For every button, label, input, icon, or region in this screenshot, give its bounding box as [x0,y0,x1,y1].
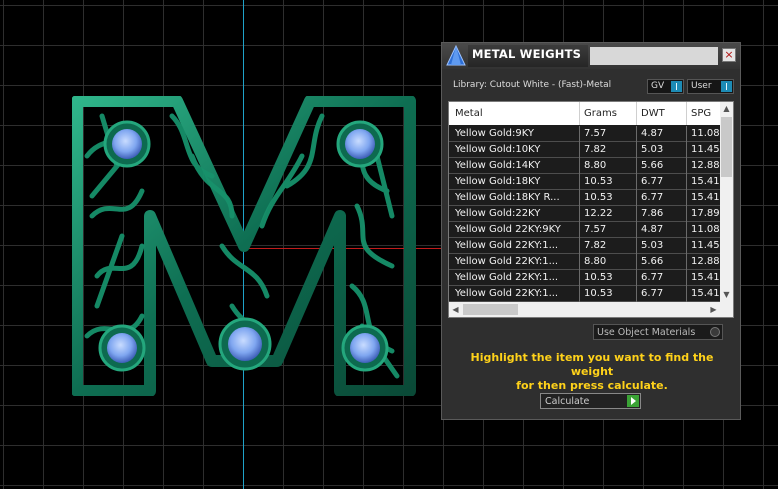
table-cell: Yellow Gold:14KY [455,160,541,171]
table-cell: 15.41 [691,288,720,299]
column-header-metal[interactable]: Metal [455,108,483,119]
table-cell: 15.41 [691,192,720,203]
table-cell: 5.03 [641,240,664,251]
table-cell: 6.77 [641,176,664,187]
table-cell: 10.53 [584,272,613,283]
table-cell: 6.77 [641,272,664,283]
gv-toggle[interactable]: GV [647,79,684,94]
table-cell: 5.66 [641,256,664,267]
table-cell: 7.82 [584,144,607,155]
table-cell: 10.53 [584,176,613,187]
table-cell: 7.86 [641,208,664,219]
table-cell: 7.57 [584,128,607,139]
table-header: Metal Grams DWT SPG [449,102,721,125]
horizontal-scroll-thumb[interactable] [463,304,518,315]
table-cell: 15.41 [691,272,720,283]
table-cell: 15.41 [691,176,720,187]
panel-titlebar[interactable]: METAL WEIGHTS × [442,43,740,69]
help-text: Highlight the item you want to find the … [452,351,732,393]
dropdown-knob-icon[interactable] [710,327,720,337]
table-cell: 6.77 [641,192,664,203]
table-cell: 5.03 [641,144,664,155]
app-logo-icon [446,44,466,66]
table-cell: 4.87 [641,224,664,235]
table-row[interactable]: Yellow Gold:14KY 8.80 5.66 12.88 [449,158,721,174]
column-header-dwt[interactable]: DWT [641,108,665,119]
user-toggle-switch[interactable] [721,81,732,92]
calculate-label: Calculate [545,396,590,407]
table-cell: 17.89 [691,208,720,219]
close-icon[interactable]: × [722,48,736,62]
materials-dropdown[interactable]: Use Object Materials [593,324,723,340]
scroll-down-icon[interactable]: ▼ [720,290,733,299]
table-row[interactable]: Yellow Gold:18KY R... 10.53 6.77 15.41 [449,190,721,206]
table-cell: Yellow Gold:22KY [455,208,541,219]
column-header-spg[interactable]: SPG [691,108,711,119]
table-cell: 11.45 [691,144,720,155]
materials-dropdown-value: Use Object Materials [597,327,696,338]
column-header-grams[interactable]: Grams [584,108,617,119]
table-cell: Yellow Gold:10KY [455,144,541,155]
table-cell: 11.45 [691,240,720,251]
gv-toggle-label: GV [651,81,665,91]
table-cell: 7.82 [584,240,607,251]
scroll-left-icon[interactable]: ◀ [449,305,462,314]
table-row[interactable]: Yellow Gold 22KY:1... 10.53 6.77 15.41 [449,270,721,286]
table-cell: 6.77 [641,288,664,299]
table-cell: Yellow Gold 22KY:1... [455,256,559,267]
letter-m-pendant-model[interactable] [72,96,417,396]
gv-toggle-switch[interactable] [671,81,682,92]
play-icon[interactable] [627,395,639,407]
table-cell: 12.22 [584,208,613,219]
metal-weights-panel: METAL WEIGHTS × Library: Cutout White - … [441,42,741,420]
table-row[interactable]: Yellow Gold 22KY:1... 8.80 5.66 12.88 [449,254,721,270]
horizontal-scrollbar[interactable]: ◀ ▶ [449,302,733,317]
user-toggle[interactable]: User [687,79,734,94]
table-cell: Yellow Gold 22KY:1... [455,288,559,299]
user-toggle-label: User [691,81,712,91]
table-row[interactable]: Yellow Gold:9KY 7.57 4.87 11.08 [449,126,721,142]
table-row[interactable]: Yellow Gold 22KY:1... 10.53 6.77 15.41 [449,286,721,302]
table-cell: 5.66 [641,160,664,171]
table-cell: Yellow Gold 22KY:9KY [455,224,561,235]
table-cell: Yellow Gold:9KY [455,128,534,139]
vertical-scrollbar[interactable]: ▲ ▼ [720,102,733,303]
titlebar-fill [590,47,718,65]
table-body: Yellow Gold:9KY 7.57 4.87 11.08 Yellow Gold:… [449,126,721,302]
table-cell: 12.88 [691,160,720,171]
table-cell: Yellow Gold 22KY:1... [455,240,559,251]
library-label: Library: Cutout White - (Fast)-Metal [453,80,612,90]
calculate-button[interactable]: Calculate [540,393,641,409]
table-cell: 10.53 [584,192,613,203]
vertical-scroll-thumb[interactable] [721,117,732,177]
help-line-1: Highlight the item you want to find the … [470,351,714,378]
table-row[interactable]: Yellow Gold:18KY 10.53 6.77 15.41 [449,174,721,190]
table-cell: 4.87 [641,128,664,139]
panel-title: METAL WEIGHTS [472,47,582,61]
table-row[interactable]: Yellow Gold:10KY 7.82 5.03 11.45 [449,142,721,158]
table-cell: 11.08 [691,128,720,139]
metal-table[interactable]: Metal Grams DWT SPG Yellow Gold:9KY 7.57 4… [448,101,734,318]
table-cell: 8.80 [584,160,607,171]
table-row[interactable]: Yellow Gold 22KY:1... 7.82 5.03 11.45 [449,238,721,254]
table-cell: 8.80 [584,256,607,267]
table-cell: 12.88 [691,256,720,267]
table-row[interactable]: Yellow Gold:22KY 12.22 7.86 17.89 [449,206,721,222]
table-cell: Yellow Gold 22KY:1... [455,272,559,283]
table-row[interactable]: Yellow Gold 22KY:9KY 7.57 4.87 11.08 [449,222,721,238]
table-cell: Yellow Gold:18KY [455,176,541,187]
scroll-right-icon[interactable]: ▶ [707,305,720,314]
table-cell: 11.08 [691,224,720,235]
scroll-up-icon[interactable]: ▲ [720,104,733,113]
help-line-2: for then press calculate. [516,379,668,392]
table-cell: Yellow Gold:18KY R... [455,192,560,203]
table-cell: 7.57 [584,224,607,235]
table-cell: 10.53 [584,288,613,299]
